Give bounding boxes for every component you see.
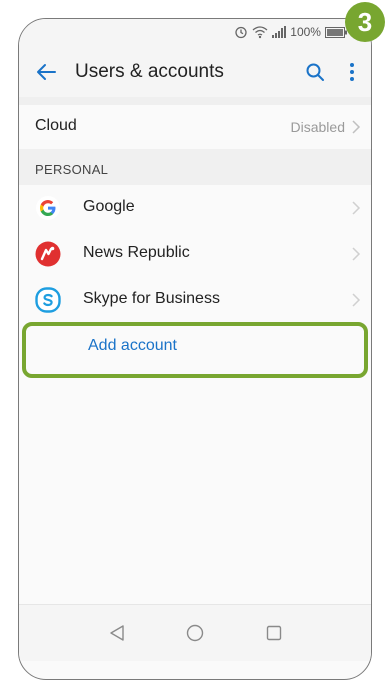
- page-title: Users & accounts: [75, 61, 224, 82]
- step-number-badge: 3: [345, 2, 385, 42]
- nav-recents-square-icon: [266, 625, 282, 641]
- status-icons: 100% 3:: [234, 25, 361, 39]
- nav-back-button[interactable]: [105, 621, 129, 645]
- battery-percent: 100%: [290, 25, 321, 39]
- chevron-right-icon: [352, 201, 361, 215]
- account-label: Skype for Business: [83, 290, 220, 307]
- personal-section-header: PERSONAL: [19, 149, 371, 185]
- cloud-row[interactable]: Cloud Disabled: [19, 105, 371, 149]
- news-republic-icon: [35, 241, 61, 267]
- app-bar: Users & accounts: [19, 47, 371, 97]
- add-account-label: Add account: [88, 337, 177, 354]
- phone-screen: 100% 3: Users & accounts Cloud Disabled …: [18, 18, 372, 680]
- status-bar: 100% 3:: [19, 19, 371, 47]
- more-vertical-icon: [350, 63, 354, 81]
- nav-home-circle-icon: [186, 624, 204, 642]
- account-label: News Republic: [83, 244, 190, 261]
- add-account-button[interactable]: Add account: [19, 323, 371, 371]
- account-label: Google: [83, 198, 135, 215]
- more-options-button[interactable]: [345, 60, 359, 84]
- google-icon: [36, 196, 60, 220]
- cloud-label: Cloud: [35, 117, 77, 134]
- alarm-icon: [234, 25, 248, 39]
- chevron-right-icon: [352, 247, 361, 261]
- arrow-left-icon: [37, 64, 56, 80]
- signal-icon: [272, 26, 287, 38]
- navigation-bar: [19, 604, 371, 661]
- wifi-icon: [252, 25, 268, 39]
- account-row-google[interactable]: Google: [19, 185, 371, 231]
- cloud-status-value: Disabled: [290, 119, 345, 135]
- account-row-news-republic[interactable]: News Republic: [19, 231, 371, 277]
- chevron-right-icon: [352, 293, 361, 307]
- account-row-skype-for-business[interactable]: Skype for Business: [19, 277, 371, 323]
- nav-back-triangle-icon: [110, 625, 124, 641]
- nav-home-button[interactable]: [183, 621, 207, 645]
- search-button[interactable]: [303, 60, 327, 84]
- nav-recents-button[interactable]: [262, 621, 286, 645]
- battery-icon: [324, 26, 347, 38]
- section-title: PERSONAL: [35, 162, 109, 177]
- skype-icon: [35, 287, 61, 313]
- back-button[interactable]: [33, 59, 59, 85]
- divider-band: [19, 97, 371, 105]
- chevron-right-icon: [352, 120, 361, 134]
- search-icon: [306, 63, 324, 81]
